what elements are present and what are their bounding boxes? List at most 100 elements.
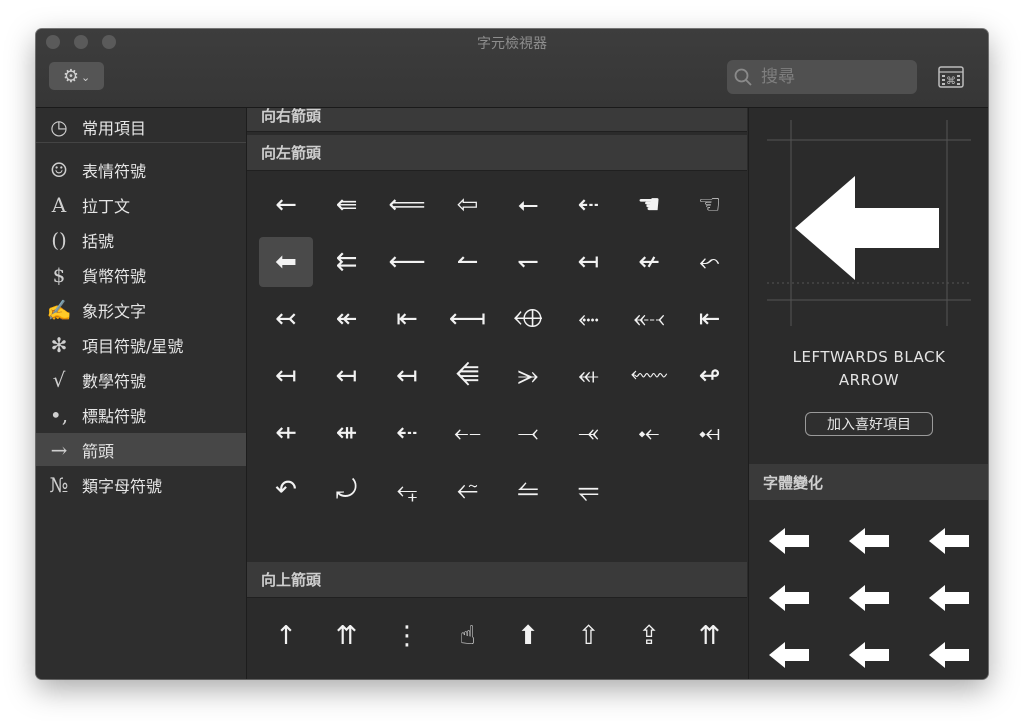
glyph-cell[interactable]: ⥫ (562, 465, 616, 515)
glyph-cell[interactable]: ⟰ (683, 668, 737, 679)
glyph-cell[interactable]: ⇧ (562, 611, 616, 661)
font-variant-cell[interactable] (759, 630, 819, 679)
glyph-cell[interactable]: ⇈ (683, 611, 737, 661)
sidebar-item[interactable]: → 箭頭 (36, 433, 246, 466)
glyph-cell[interactable]: ↟ (259, 668, 313, 679)
sidebar-item[interactable]: ◷ 常用項目 (36, 110, 246, 143)
glyph-cell[interactable]: ← (259, 180, 313, 230)
glyph-cell[interactable]: ↞ (320, 294, 374, 344)
glyph-cell[interactable]: ⋮ (380, 611, 434, 661)
glyph-name: LEFTWARDS BLACK ARROW (749, 346, 988, 392)
glyph-cell[interactable]: ⟸ (380, 180, 434, 230)
glyph-cell[interactable]: ☚ (622, 180, 676, 230)
sidebar-item-label: 貨幣符號 (82, 266, 147, 286)
glyph-preview (767, 120, 971, 326)
glyph-cell[interactable]: ↾ (320, 668, 374, 679)
action-menu-button[interactable]: ⚙ ⌄ (49, 62, 104, 90)
sidebar-item[interactable]: ✍ 象形文字 (36, 293, 246, 326)
sidebar-item-label: 箭頭 (82, 441, 115, 461)
glyph-cell[interactable]: ⤙ (501, 408, 555, 458)
glyph-cell[interactable]: ⇺ (320, 408, 374, 458)
glyph-cell[interactable]: ↶ (259, 465, 313, 515)
sidebar-item[interactable]: $ 貨幣符號 (36, 258, 246, 291)
glyph-cell[interactable]: ⇷ (259, 408, 313, 458)
font-variant-cell[interactable] (839, 573, 899, 623)
glyph-cell[interactable]: ⇠ (380, 408, 434, 458)
glyph-cell[interactable]: ⬆ (501, 611, 555, 661)
sidebar-item-label: 項目符號/星號 (82, 336, 184, 356)
glyph-cell[interactable]: ⬷ (622, 294, 676, 344)
glyph-cell[interactable]: ↑ (259, 611, 313, 661)
window-title: 字元檢視器 (477, 36, 547, 52)
glyph-cell[interactable]: ⬲ (501, 294, 555, 344)
font-variant-cell[interactable] (919, 630, 979, 679)
glyph-cell[interactable]: ↤ (380, 351, 434, 401)
glyph-cell[interactable]: ↽ (501, 237, 555, 287)
glyph-cell[interactable]: ⬿ (683, 237, 737, 287)
add-to-favorites-button[interactable]: 加入喜好項目 (805, 412, 933, 436)
glyph-cell[interactable]: ↼ (441, 237, 495, 287)
glyph-name-line2: ARROW (838, 371, 900, 389)
sidebar-item[interactable]: ✻ 項目符號/星號 (36, 328, 246, 361)
glyph-cell[interactable]: ⭉ (441, 465, 495, 515)
glyph-cell[interactable]: ⬸ (562, 294, 616, 344)
glyph-cell[interactable]: ⇈ (320, 611, 374, 661)
sidebar-item[interactable]: √ 數學符號 (36, 363, 246, 396)
glyph-cell[interactable]: ↫ (683, 351, 737, 401)
glyph-cell[interactable]: ⇠ (562, 180, 616, 230)
sidebar-item[interactable]: () 括號 (36, 223, 246, 256)
font-variant-cell[interactable] (759, 516, 819, 566)
category-icon: ✍ (46, 297, 72, 322)
glyph-cell[interactable]: ⇇ (320, 237, 374, 287)
glyph-cell[interactable]: ↤ (562, 237, 616, 287)
search-field[interactable] (727, 60, 917, 94)
glyph-cell[interactable]: ⥆ (380, 465, 434, 515)
sidebar-item[interactable]: A 拉丁文 (36, 188, 246, 221)
glyph-cell[interactable]: ⬴ (562, 351, 616, 401)
glyph-cell[interactable]: ⤝ (622, 408, 676, 458)
glyph-cell[interactable]: ⭠ (501, 180, 555, 230)
glyph-cell[interactable]: ↤ (320, 351, 374, 401)
glyph-cell[interactable]: ☝ (441, 611, 495, 661)
glyph-cell[interactable]: ⇤ (683, 294, 737, 344)
glyph-cell[interactable]: ↤ (259, 351, 313, 401)
leftwards-black-arrow-glyph (795, 176, 939, 280)
glyph-cell[interactable]: ⬅ (259, 237, 313, 287)
glyph-cell[interactable]: ⟵ (380, 237, 434, 287)
sidebar-item-label: 表情符號 (82, 161, 147, 181)
glyph-cell[interactable]: ⤒ (441, 668, 495, 680)
glyph-cell[interactable]: ☜ (683, 180, 737, 230)
font-variant-cell[interactable] (759, 573, 819, 623)
glyph-cell[interactable]: ⤛ (562, 408, 616, 458)
font-variant-cell[interactable] (839, 630, 899, 679)
keyboard-viewer-icon[interactable]: ⌘ (938, 66, 964, 88)
glyph-cell[interactable]: ⤌ (441, 408, 495, 458)
glyph-cell[interactable]: ↚ (622, 237, 676, 287)
glyph-cell[interactable]: ⤾ (320, 465, 374, 515)
glyph-cell[interactable]: ⬳ (622, 351, 676, 401)
chevron-down-icon: ⌄ (80, 70, 91, 84)
glyph-cell[interactable]: ⇤ (380, 294, 434, 344)
glyph-cell[interactable]: ⇦ (441, 180, 495, 230)
glyph-cell[interactable]: ⟻ (441, 294, 495, 344)
glyph-cell[interactable]: ↾ (562, 668, 616, 679)
sidebar-item[interactable]: •, 標點符號 (36, 398, 246, 431)
sidebar-item[interactable]: № 類字母符號 (36, 468, 246, 501)
glyph-cell[interactable]: ⤟ (683, 408, 737, 458)
glyph-cell[interactable]: ⥪ (501, 465, 555, 515)
font-variation-header: 字體變化 (749, 464, 988, 500)
glyph-cell[interactable]: ⭃ (501, 351, 555, 401)
glyph-cell[interactable]: ⥉ (501, 668, 555, 680)
glyph-cell[interactable]: ↿ (380, 668, 434, 679)
category-sidebar: ◷ 常用項目 ☺ 表情符號 A 拉丁文 () 括號 $ 貨幣符號 ✍ 象形文字 ✻ 項目符號/星號 √ 數學符… (36, 108, 247, 679)
glyph-cell[interactable]: ↢ (259, 294, 313, 344)
glyph-cell[interactable]: ⭅ (441, 351, 495, 401)
font-variant-cell[interactable] (919, 516, 979, 566)
search-input[interactable] (759, 66, 913, 88)
font-variant-cell[interactable] (919, 573, 979, 623)
glyph-cell[interactable]: ⇪ (622, 611, 676, 661)
glyph-cell[interactable]: ⇚ (320, 180, 374, 230)
font-variant-cell[interactable] (839, 516, 899, 566)
sidebar-item[interactable]: ☺ 表情符號 (36, 153, 246, 186)
glyph-cell[interactable]: ↿ (622, 668, 676, 679)
